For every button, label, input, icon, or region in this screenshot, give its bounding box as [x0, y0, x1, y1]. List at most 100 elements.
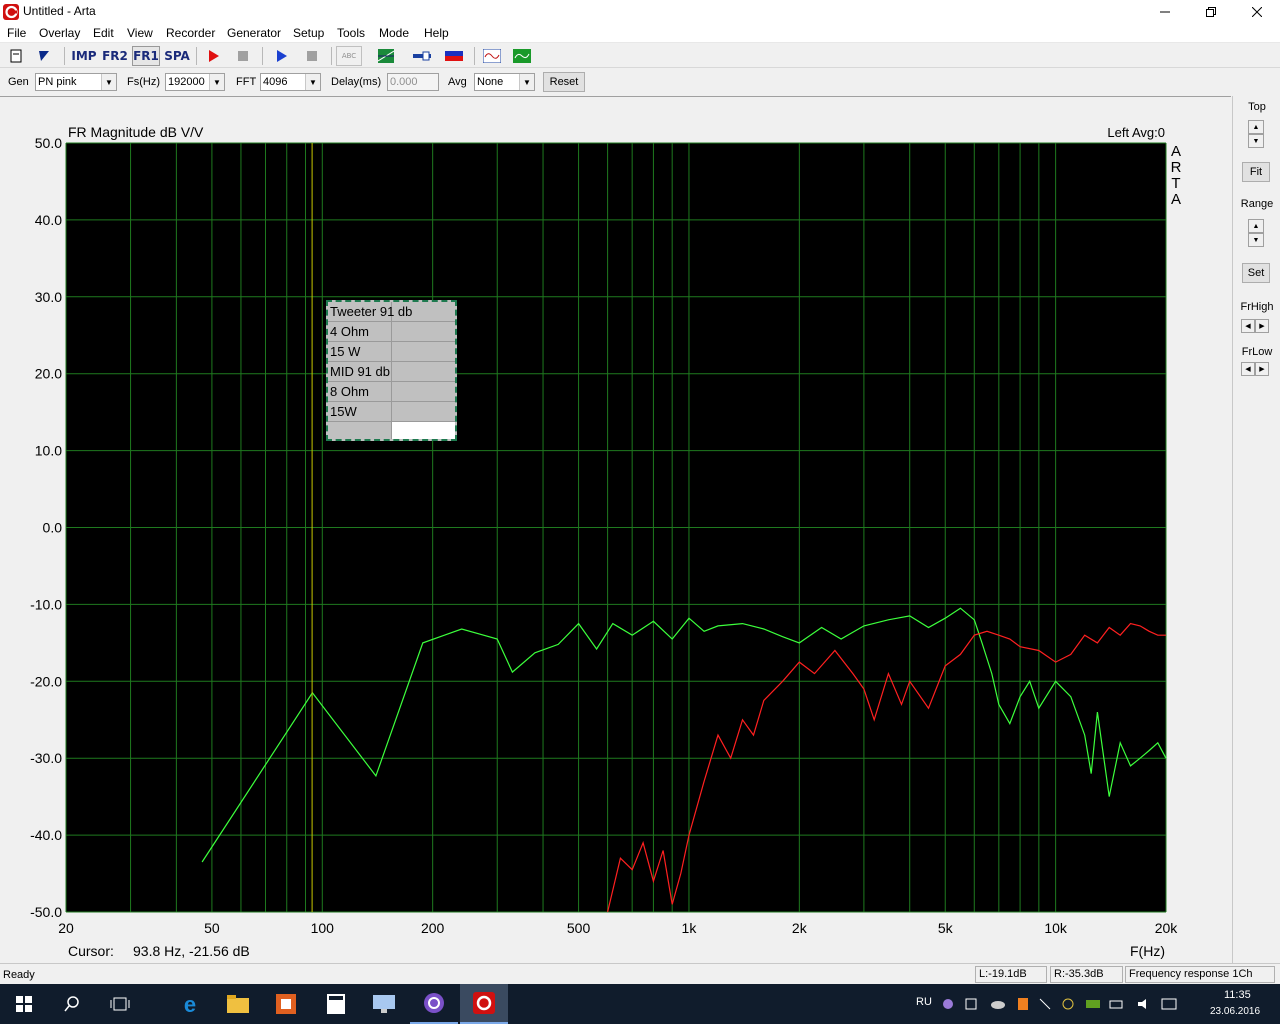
fft-select[interactable]: 4096 ▼ — [260, 73, 321, 91]
arta-watermark: ARTA — [1171, 143, 1182, 208]
menu-setup[interactable]: Setup — [293, 26, 324, 40]
cursor-readout-label: Cursor: — [68, 943, 114, 959]
menu-overlay[interactable]: Overlay — [39, 26, 80, 40]
fs-select[interactable]: 192000 ▼ — [165, 73, 225, 91]
menu-recorder[interactable]: Recorder — [166, 26, 215, 40]
close-button[interactable] — [1234, 0, 1280, 23]
frlow-left-button[interactable]: ◀ — [1241, 362, 1255, 376]
edge-icon: e — [184, 993, 196, 1015]
open-icon — [39, 51, 49, 61]
windows-logo-icon — [16, 996, 32, 1012]
menu-edit[interactable]: Edit — [93, 26, 114, 40]
avg-select[interactable]: None ▼ — [474, 73, 535, 91]
fr2-mode-button[interactable]: FR2 — [101, 46, 129, 66]
search-button[interactable] — [48, 984, 96, 1024]
office-button[interactable] — [262, 984, 310, 1024]
top-up-button[interactable]: ▲ — [1248, 120, 1264, 134]
legend-table[interactable]: Tweeter 91 db 4 Ohm 15 W MID 91 db 8 Ohm… — [326, 300, 457, 441]
left-level: L:-19.1dB — [975, 966, 1047, 983]
legend-row[interactable]: 15 W — [328, 342, 455, 362]
title-bar: Untitled - Arta — [0, 0, 1280, 23]
slider-icon — [413, 51, 431, 61]
menu-file[interactable]: File — [7, 26, 26, 40]
record-button[interactable] — [203, 46, 223, 66]
y-tick-label: 30.0 — [35, 289, 62, 305]
frequency-response-chart[interactable]: 50.0 40.0 30.0 20.0 10.0 0.0 -10.0 -20.0 -30.0 -4… — [0, 96, 1231, 963]
grid-button[interactable] — [376, 46, 396, 66]
top-down-button[interactable]: ▼ — [1248, 134, 1264, 148]
edge-button[interactable]: e — [166, 984, 214, 1024]
range-down-button[interactable]: ▼ — [1248, 233, 1264, 247]
file-explorer-button[interactable] — [214, 984, 262, 1024]
y-tick-label: -50.0 — [30, 904, 62, 920]
stop2-button[interactable] — [302, 46, 322, 66]
set-button[interactable]: Set — [1242, 263, 1270, 283]
frhigh-label: FrHigh — [1240, 301, 1274, 313]
abc-button[interactable]: ABC — [336, 46, 362, 66]
y-tick-label: -30.0 — [30, 750, 62, 766]
gen-select[interactable]: PN pink ▼ — [35, 73, 117, 91]
avg-label: Avg — [448, 76, 467, 88]
restore-button[interactable] — [1188, 0, 1234, 23]
wave-button[interactable] — [481, 46, 503, 66]
imp-mode-button[interactable]: IMP — [70, 46, 98, 66]
calculator-button[interactable] — [312, 984, 360, 1024]
menu-mode[interactable]: Mode — [379, 26, 409, 40]
frhigh-right-button[interactable]: ▶ — [1255, 319, 1269, 333]
viber-button[interactable] — [410, 984, 458, 1024]
slider-button[interactable] — [412, 46, 432, 66]
menu-view[interactable]: View — [127, 26, 153, 40]
y-tick-label: -40.0 — [30, 827, 62, 843]
delay-input[interactable]: 0.000 — [387, 73, 439, 91]
legend-row[interactable] — [328, 422, 455, 442]
task-view-icon — [110, 997, 130, 1011]
legend-row[interactable]: 8 Ohm — [328, 382, 455, 402]
legend-edit-cell[interactable] — [392, 422, 455, 439]
control-bar: Gen PN pink ▼ Fs(Hz) 192000 ▼ FFT 4096 ▼… — [0, 69, 1280, 95]
menu-generator[interactable]: Generator — [227, 26, 281, 40]
color-button[interactable] — [443, 46, 465, 66]
menu-tools[interactable]: Tools — [337, 26, 365, 40]
language-indicator[interactable]: RU — [916, 996, 932, 1008]
task-view-button[interactable] — [96, 984, 144, 1024]
legend-row[interactable]: 15W — [328, 402, 455, 422]
arta-app-icon — [3, 4, 19, 20]
legend-row[interactable]: Tweeter 91 db — [328, 302, 455, 322]
frlow-right-button[interactable]: ▶ — [1255, 362, 1269, 376]
wave-icon — [483, 49, 501, 63]
minimize-button[interactable] — [1142, 0, 1188, 23]
play-button[interactable] — [271, 46, 291, 66]
remote-desktop-button[interactable] — [360, 984, 408, 1024]
fr1-mode-button[interactable]: FR1 — [132, 46, 160, 66]
frhigh-left-button[interactable]: ◀ — [1241, 319, 1255, 333]
open-button[interactable] — [34, 46, 54, 66]
clock-time[interactable]: 11:35 — [1224, 989, 1251, 1001]
menu-help[interactable]: Help — [424, 26, 449, 40]
spa-mode-button[interactable]: SPA — [163, 46, 191, 66]
legend-cell: 4 Ohm — [330, 324, 370, 339]
fit-button[interactable]: Fit — [1242, 162, 1270, 182]
x-tick-label: 5k — [938, 920, 954, 936]
range-up-button[interactable]: ▲ — [1248, 219, 1264, 233]
x-axis-label: F(Hz) — [1130, 943, 1165, 959]
range-label: Range — [1240, 198, 1274, 210]
chevron-down-icon: ▼ — [101, 74, 116, 90]
clock-date[interactable]: 23.06.2016 — [1210, 1006, 1260, 1017]
arta-taskbar-button[interactable] — [460, 984, 508, 1024]
start-button[interactable] — [0, 984, 48, 1024]
scope-button[interactable] — [511, 46, 533, 66]
y-tick-labels: 50.0 40.0 30.0 20.0 10.0 0.0 -10.0 -20.0 -30.0 -4… — [30, 135, 62, 920]
stop-button[interactable] — [233, 46, 253, 66]
legend-row[interactable]: MID 91 db — [328, 362, 455, 382]
status-ready: Ready — [3, 969, 35, 981]
toolbar: IMP FR2 FR1 SPA ABC — [0, 44, 1280, 68]
legend-row[interactable]: 4 Ohm — [328, 322, 455, 342]
system-tray-icons[interactable] — [942, 996, 1182, 1012]
new-file-button[interactable] — [6, 46, 26, 66]
search-icon — [64, 996, 79, 1012]
fft-label: FFT — [236, 76, 257, 88]
reset-button[interactable]: Reset — [543, 72, 585, 92]
status-bar: Ready L:-19.1dB R:-35.3dB Frequency resp… — [0, 963, 1280, 984]
grid-icon — [378, 49, 394, 63]
chart-title: FR Magnitude dB V/V — [68, 124, 204, 140]
